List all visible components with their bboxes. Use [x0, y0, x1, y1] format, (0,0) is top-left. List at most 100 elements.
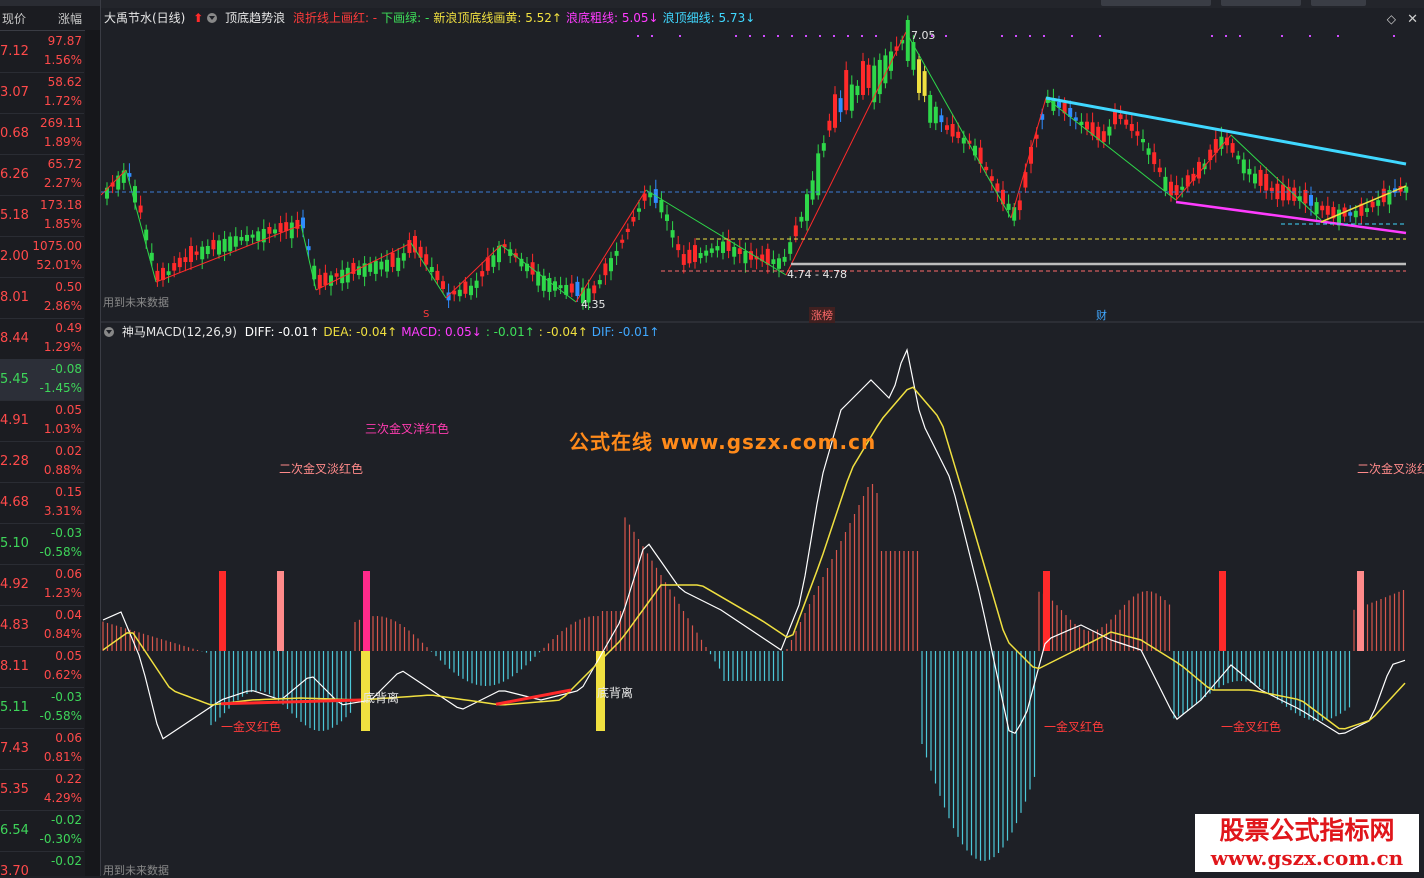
- event-zhangbang-label[interactable]: 涨榜: [809, 307, 835, 323]
- quote-value: 0.49: [55, 321, 82, 335]
- quote-pct: 52.01%: [36, 258, 82, 272]
- quote-row[interactable]: 8.11 0.05 0.62%: [0, 646, 84, 688]
- candle-body: [743, 251, 748, 264]
- legend-item: : -0.01↑: [485, 325, 535, 339]
- quote-row[interactable]: 7.43 0.06 0.81%: [0, 728, 84, 770]
- event-s-label[interactable]: S: [423, 309, 429, 320]
- quote-pct: 0.88%: [43, 463, 82, 477]
- candle-body: [945, 125, 949, 130]
- candle-body: [861, 61, 865, 95]
- candle-body: [1101, 131, 1106, 142]
- candle-body: [267, 226, 272, 234]
- quote-row[interactable]: 8.01 0.50 2.86%: [0, 277, 84, 319]
- candle-body: [609, 258, 613, 272]
- quote-pct: -0.58%: [39, 545, 82, 559]
- quote-value: 0.02: [55, 444, 82, 458]
- header-change-label[interactable]: 涨幅: [58, 10, 82, 27]
- candle-body: [844, 70, 849, 111]
- signal-dot: [1015, 35, 1017, 37]
- wave-line: [1230, 134, 1322, 221]
- candle-body: [429, 267, 434, 272]
- quote-value: 1075.00: [32, 239, 82, 253]
- quote-row[interactable]: 5.35 0.22 4.29%: [0, 769, 84, 811]
- candle-body: [1197, 161, 1201, 179]
- quote-row[interactable]: 6.54 -0.02 -0.30%: [0, 810, 84, 852]
- legend-item: : -0.04↑: [538, 325, 588, 339]
- candle-body: [805, 194, 809, 221]
- candle-body: [474, 280, 479, 288]
- candle-body: [575, 281, 580, 297]
- quote-row[interactable]: 5.45 -0.08 -1.45%: [0, 359, 84, 401]
- double-cross-left-annotation: 二次金叉淡红色: [279, 462, 364, 476]
- candle-body: [883, 55, 888, 84]
- quote-row[interactable]: 4.68 0.15 3.31%: [0, 482, 84, 524]
- quote-price: 5.45: [0, 372, 29, 387]
- candle-body: [1320, 205, 1325, 211]
- candle-body: [334, 273, 339, 277]
- candle-body: [1174, 185, 1179, 196]
- candle-body: [278, 223, 283, 233]
- candle-body: [435, 270, 440, 281]
- candle-body: [681, 254, 686, 265]
- quote-row[interactable]: 6.26 65.72 2.27%: [0, 154, 84, 196]
- candle-body: [827, 120, 832, 131]
- quote-row[interactable]: 2.28 0.02 0.88%: [0, 441, 84, 483]
- quote-row[interactable]: 4.92 0.06 1.23%: [0, 564, 84, 606]
- candle-body: [928, 94, 933, 123]
- quote-row[interactable]: 2.00 1075.00 52.01%: [0, 236, 84, 278]
- candle-body: [233, 236, 238, 247]
- candle-body: [715, 246, 720, 251]
- quote-price: 3.70: [0, 864, 29, 876]
- quote-row[interactable]: 7.12 97.87 1.56%: [0, 31, 84, 73]
- candle-body: [194, 251, 199, 255]
- signal-bar: [1357, 571, 1364, 651]
- signal-dot: [735, 35, 737, 37]
- candle-body: [323, 272, 328, 285]
- macd-legend-items: DIFF: -0.01↑ DEA: -0.04↑ MACD: 0.05↓: -0.0…: [245, 325, 664, 339]
- macd-name[interactable]: 神马MACD(12,26,9): [122, 325, 237, 339]
- chart-area[interactable]: 大禹节水(日线) ⬆ 顶底趋势浪 浪折线上画红: - 下画绿: - 新浪顶底线画黄:…: [101, 0, 1424, 877]
- signal-dot: [777, 35, 779, 37]
- quote-value: 0.06: [55, 567, 82, 581]
- quote-pct: 2.27%: [43, 176, 82, 190]
- candle-body: [1353, 210, 1358, 218]
- candle-body: [401, 253, 406, 261]
- candle-body: [1146, 148, 1151, 155]
- candle-body: [989, 176, 994, 181]
- wave-line: [125, 169, 157, 283]
- header-price-label[interactable]: 现价: [2, 10, 26, 27]
- quote-row[interactable]: 5.18 173.18 1.85%: [0, 195, 84, 237]
- quote-value: -0.08: [50, 362, 82, 376]
- quote-row[interactable]: 5.11 -0.03 -0.58%: [0, 687, 84, 729]
- candle-body: [284, 222, 289, 232]
- quote-row[interactable]: 4.91 0.05 1.03%: [0, 400, 84, 442]
- wave-line: [410, 242, 447, 299]
- quote-row[interactable]: 3.70 -0.02: [0, 851, 84, 876]
- quote-price: 4.92: [0, 577, 29, 592]
- signal-dot: [637, 35, 639, 37]
- quote-row[interactable]: 3.07 58.62 1.72%: [0, 72, 84, 114]
- candle-body: [222, 238, 227, 252]
- candle-body: [469, 285, 473, 296]
- macd-legend: 神马MACD(12,26,9) DIFF: -0.01↑ DEA: -0.04↑ M…: [104, 323, 667, 340]
- quote-price: 4.83: [0, 618, 29, 633]
- candle-body: [637, 208, 641, 212]
- scrollbar[interactable]: [85, 30, 100, 876]
- future-data-watermark: 用到未来数据: [103, 296, 169, 309]
- wave-line: [1010, 97, 1047, 219]
- signal-dot: [805, 35, 807, 37]
- quote-price: 4.68: [0, 495, 29, 510]
- candle-body: [1325, 205, 1330, 215]
- quote-row[interactable]: 5.10 -0.03 -0.58%: [0, 523, 84, 565]
- signal-dot: [679, 35, 681, 37]
- quote-row[interactable]: 8.44 0.49 1.29%: [0, 318, 84, 360]
- wave-line: [500, 244, 577, 303]
- quote-header: 现价 涨幅: [0, 0, 100, 31]
- quote-row[interactable]: 4.83 0.04 0.84%: [0, 605, 84, 647]
- candle-body: [709, 248, 714, 253]
- event-cai-label[interactable]: 财: [1096, 307, 1107, 323]
- macd-menu-icon[interactable]: [104, 327, 114, 337]
- quote-value: 269.11: [40, 116, 82, 130]
- signal-bar: [363, 571, 370, 651]
- quote-row[interactable]: 0.68 269.11 1.89%: [0, 113, 84, 155]
